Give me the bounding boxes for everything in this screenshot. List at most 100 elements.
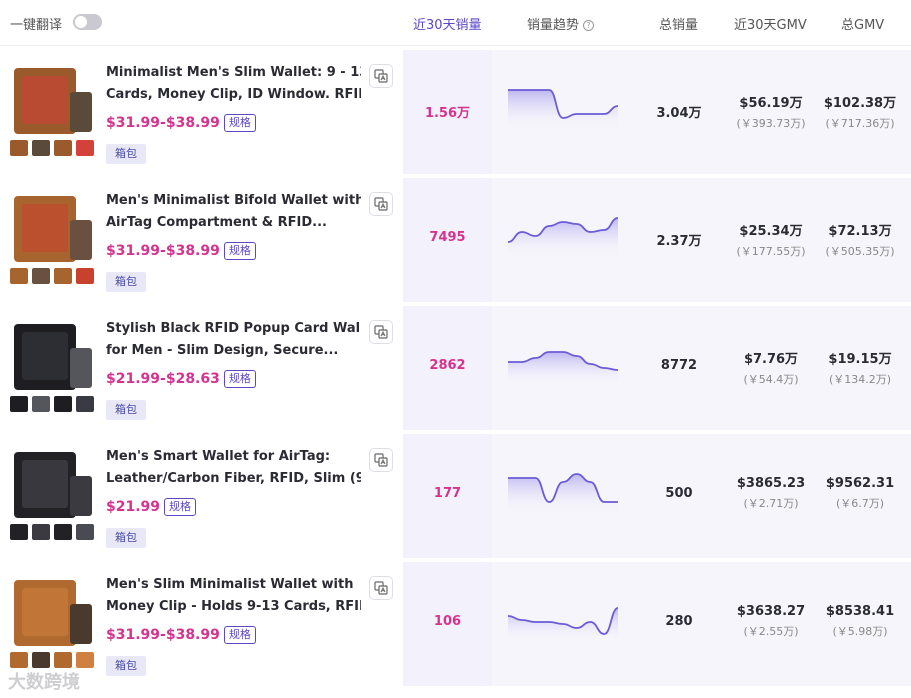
gmv-cny: (￥134.2万): [828, 373, 892, 386]
category-tag[interactable]: 箱包: [106, 272, 146, 292]
spec-button[interactable]: 规格: [223, 242, 256, 260]
gmv-usd: $102.38万: [823, 96, 897, 111]
gmv30-cny: (￥2.55万): [743, 625, 799, 638]
translate-icon: [374, 581, 388, 595]
gmv-total-cell: $19.15万 (￥134.2万): [817, 348, 903, 387]
gmv-cny: (￥5.98万): [832, 625, 888, 638]
table-row[interactable]: Stylish Black RFID Popup Card Wallet for…: [0, 304, 911, 432]
product-thumbnail[interactable]: [8, 576, 98, 672]
table-row[interactable]: Men's Smart Wallet for AirTag: Leather/C…: [0, 432, 911, 560]
gmv-cny: (￥717.36万): [825, 117, 895, 130]
translate-icon: [374, 197, 388, 211]
trend-area: [508, 352, 618, 388]
price-value: $31.99-$38.99: [106, 243, 220, 259]
product-title[interactable]: Men's Minimalist Bifold Wallet with AirT…: [106, 190, 361, 234]
sales-trend-chart: [508, 89, 618, 132]
total-sales-value: 3.04万: [656, 106, 702, 121]
product-title[interactable]: Men's Slim Minimalist Wallet with Money …: [106, 574, 361, 618]
column-trend-label: 销量趋势: [527, 18, 580, 33]
sales30-value: 106: [433, 614, 462, 629]
category-tag[interactable]: 箱包: [106, 656, 146, 676]
translate-icon: [374, 453, 388, 467]
price-range: $31.99-$38.99 规格: [106, 114, 256, 132]
spec-button[interactable]: 规格: [164, 498, 197, 516]
gmv30-cell: $25.34万 (￥177.55万): [725, 220, 817, 259]
product-thumbnail[interactable]: [8, 192, 98, 288]
gmv30-cell: $3865.23 (￥2.71万): [725, 476, 817, 511]
trend-area: [508, 608, 618, 644]
gmv-usd: $19.15万: [828, 352, 892, 367]
price-range: $21.99 规格: [106, 498, 197, 516]
gmv-usd: $8538.41: [825, 604, 895, 619]
product-thumbnail[interactable]: [8, 320, 98, 416]
column-trend[interactable]: 销量趋势?: [527, 14, 595, 33]
product-title-line1: Minimalist Men's Slim Wallet: 9 - 13: [106, 65, 361, 80]
gmv30-cell: $56.19万 (￥393.73万): [725, 92, 817, 131]
toggle-knob: [75, 16, 87, 28]
sales30-value: 1.56万: [424, 106, 471, 121]
category-tag[interactable]: 箱包: [106, 400, 146, 420]
table-row[interactable]: Minimalist Men's Slim Wallet: 9 - 13 Car…: [0, 48, 911, 176]
translate-button[interactable]: [369, 192, 393, 216]
gmv-cny: (￥6.7万): [835, 497, 885, 510]
product-thumbnail[interactable]: [8, 64, 98, 160]
sales-trend-chart: [508, 217, 618, 260]
product-title[interactable]: Stylish Black RFID Popup Card Wallet for…: [106, 318, 361, 362]
product-title-line1: Men's Slim Minimalist Wallet with: [106, 577, 354, 592]
gmv30-cny: (￥177.55万): [736, 245, 806, 258]
sales30-value: 2862: [429, 358, 466, 373]
sales-trend-chart: [508, 473, 618, 516]
gmv-usd: $9562.31: [825, 476, 895, 491]
translate-toggle[interactable]: [73, 14, 102, 30]
spec-button[interactable]: 规格: [223, 114, 256, 132]
sales30-value: 7495: [429, 230, 466, 245]
translate-button[interactable]: [369, 448, 393, 472]
sales-trend-chart: [508, 351, 618, 388]
gmv30-usd: $3865.23: [736, 476, 806, 491]
gmv-total-cell: $8538.41 (￥5.98万): [817, 604, 903, 639]
category-tag[interactable]: 箱包: [106, 528, 146, 548]
total-sales-value: 280: [665, 614, 693, 629]
price-range: $31.99-$38.99 规格: [106, 626, 256, 644]
price-value: $21.99-$28.63: [106, 371, 220, 387]
gmv30-usd: $25.34万: [739, 224, 803, 239]
product-title-line1: Stylish Black RFID Popup Card Wallet: [106, 321, 361, 336]
spec-button[interactable]: 规格: [223, 370, 256, 388]
category-tag[interactable]: 箱包: [106, 144, 146, 164]
table-row[interactable]: Men's Slim Minimalist Wallet with Money …: [0, 560, 911, 688]
column-sales30[interactable]: 近30天销量: [413, 14, 482, 33]
column-gmv30[interactable]: 近30天GMV: [734, 14, 807, 33]
column-total-sales[interactable]: 总销量: [659, 14, 698, 33]
gmv30-cny: (￥54.4万): [743, 373, 799, 386]
total-sales-value: 500: [665, 486, 693, 501]
product-title[interactable]: Minimalist Men's Slim Wallet: 9 - 13 Car…: [106, 62, 361, 106]
gmv-total-cell: $72.13万 (￥505.35万): [817, 220, 903, 259]
translate-icon: [374, 69, 388, 83]
trend-area: [508, 218, 618, 260]
price-range: $21.99-$28.63 规格: [106, 370, 256, 388]
gmv30-cny: (￥393.73万): [736, 117, 806, 130]
translate-toggle-label: 一键翻译: [10, 18, 63, 33]
product-title-line2: Cards, Money Clip, ID Window. RFID...: [106, 87, 361, 102]
gmv-cny: (￥505.35万): [825, 245, 895, 258]
total-sales-value: 2.37万: [656, 234, 702, 249]
gmv30-usd: $56.19万: [739, 96, 803, 111]
product-thumbnail[interactable]: [8, 448, 98, 544]
product-title-line1: Men's Smart Wallet for AirTag:: [106, 449, 331, 464]
gmv-total-cell: $102.38万 (￥717.36万): [817, 92, 903, 131]
column-gmv[interactable]: 总GMV: [841, 14, 884, 33]
product-title[interactable]: Men's Smart Wallet for AirTag: Leather/C…: [106, 446, 361, 490]
table-row[interactable]: Men's Minimalist Bifold Wallet with AirT…: [0, 176, 911, 304]
translate-button[interactable]: [369, 576, 393, 600]
price-range: $31.99-$38.99 规格: [106, 242, 256, 260]
product-title-line1: Men's Minimalist Bifold Wallet with: [106, 193, 361, 208]
gmv30-cny: (￥2.71万): [743, 497, 799, 510]
price-value: $31.99-$38.99: [106, 115, 220, 131]
gmv30-cell: $3638.27 (￥2.55万): [725, 604, 817, 639]
translate-button[interactable]: [369, 64, 393, 88]
spec-button[interactable]: 规格: [223, 626, 256, 644]
gmv30-cell: $7.76万 (￥54.4万): [725, 348, 817, 387]
help-icon[interactable]: ?: [583, 20, 595, 31]
translate-button[interactable]: [369, 320, 393, 344]
translate-icon: [374, 325, 388, 339]
